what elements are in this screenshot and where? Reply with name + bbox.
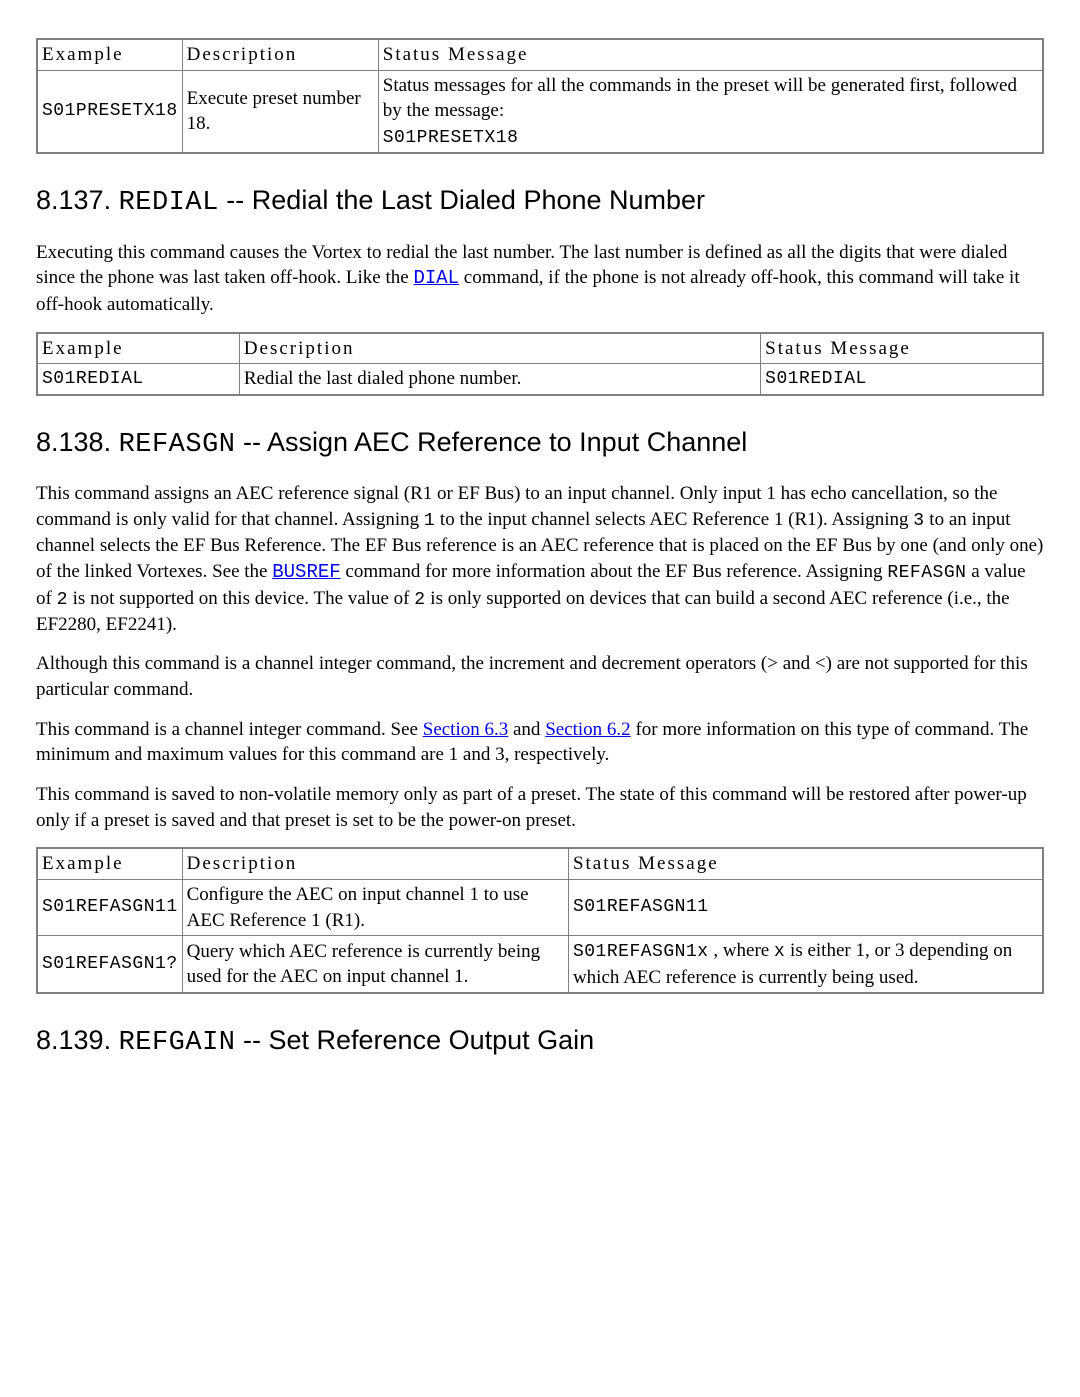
heading-num: 8.138. [36, 427, 119, 457]
cell-description: Redial the last dialed phone number. [239, 364, 760, 395]
text: and [508, 719, 545, 740]
redial-paragraph: Executing this command causes the Vortex… [36, 240, 1044, 318]
heading-code: REFGAIN [119, 1028, 236, 1058]
code: 3 [913, 511, 924, 531]
col-example: Example [37, 848, 182, 879]
heading-rest: -- Assign AEC Reference to Input Channel [236, 427, 748, 457]
status-text: Status messages for all the commands in … [383, 75, 1017, 122]
text: This command is a channel integer comman… [36, 719, 423, 740]
col-example: Example [37, 333, 239, 364]
redial-table: Example Description Status Message S01RE… [36, 332, 1044, 396]
section-6-3-link[interactable]: Section 6.3 [423, 719, 509, 740]
table-row: S01PRESETX18 Execute preset number 18. S… [37, 70, 1043, 153]
refasgn-table: Example Description Status Message S01RE… [36, 847, 1044, 994]
status-code: S01REFASGN1x [573, 942, 709, 962]
cell-example: S01REFASGN11 [37, 879, 182, 935]
col-description: Description [182, 39, 378, 70]
heading-rest: -- Redial the Last Dialed Phone Number [219, 185, 705, 215]
refasgn-paragraph-4: This command is saved to non-volatile me… [36, 782, 1044, 833]
table-header-row: Example Description Status Message [37, 39, 1043, 70]
section-6-2-link[interactable]: Section 6.2 [545, 719, 631, 740]
table-row: S01REDIAL Redial the last dialed phone n… [37, 364, 1043, 395]
cell-status: S01REFASGN1x , where x is either 1, or 3… [568, 936, 1043, 993]
cell-example: S01REFASGN1? [37, 936, 182, 993]
text: to the input channel selects AEC Referen… [435, 509, 913, 530]
heading-code: REDIAL [119, 188, 219, 218]
section-heading-refgain: 8.139. REFGAIN -- Set Reference Output G… [36, 1022, 1044, 1061]
code: REFASGN [887, 563, 966, 583]
busref-link[interactable]: BUSREF [272, 561, 340, 583]
code: 2 [414, 590, 425, 610]
text: command for more information about the E… [341, 561, 888, 582]
text: is not supported on this device. The val… [68, 588, 414, 609]
heading-code: REFASGN [119, 430, 236, 460]
section-heading-redial: 8.137. REDIAL -- Redial the Last Dialed … [36, 182, 1044, 221]
refasgn-paragraph-1: This command assigns an AEC reference si… [36, 481, 1044, 637]
cell-description: Execute preset number 18. [182, 70, 378, 153]
cell-description: Query which AEC reference is currently b… [182, 936, 568, 993]
col-status: Status Message [568, 848, 1043, 879]
status-code: x [774, 942, 785, 962]
col-description: Description [182, 848, 568, 879]
heading-rest: -- Set Reference Output Gain [236, 1025, 595, 1055]
table-header-row: Example Description Status Message [37, 333, 1043, 364]
heading-num: 8.139. [36, 1025, 119, 1055]
cell-example: S01PRESETX18 [37, 70, 182, 153]
col-status: Status Message [761, 333, 1043, 364]
cell-status: S01REDIAL [761, 364, 1043, 395]
col-example: Example [37, 39, 182, 70]
cell-example: S01REDIAL [37, 364, 239, 395]
refasgn-paragraph-3: This command is a channel integer comman… [36, 717, 1044, 768]
code: 1 [424, 511, 435, 531]
cell-status: S01REFASGN11 [568, 879, 1043, 935]
section-heading-refasgn: 8.138. REFASGN -- Assign AEC Reference t… [36, 424, 1044, 463]
text: , where [709, 940, 774, 961]
cell-status: Status messages for all the commands in … [378, 70, 1043, 153]
presetx-table: Example Description Status Message S01PR… [36, 38, 1044, 154]
cell-description: Configure the AEC on input channel 1 to … [182, 879, 568, 935]
table-header-row: Example Description Status Message [37, 848, 1043, 879]
heading-num: 8.137. [36, 185, 119, 215]
table-row: S01REFASGN11 Configure the AEC on input … [37, 879, 1043, 935]
code: 2 [57, 590, 68, 610]
status-code: S01PRESETX18 [383, 128, 519, 148]
table-row: S01REFASGN1? Query which AEC reference i… [37, 936, 1043, 993]
dial-link[interactable]: DIAL [413, 267, 459, 289]
col-description: Description [239, 333, 760, 364]
refasgn-paragraph-2: Although this command is a channel integ… [36, 651, 1044, 702]
col-status: Status Message [378, 39, 1043, 70]
